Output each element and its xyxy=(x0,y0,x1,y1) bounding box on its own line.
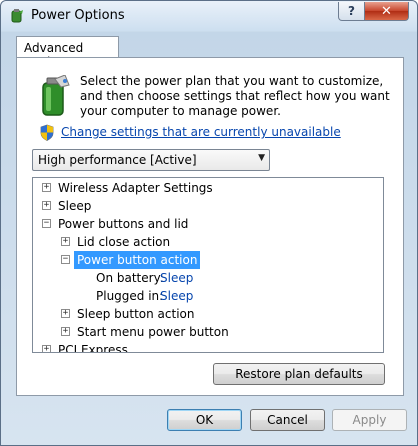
settings-tree[interactable]: + Wireless Adapter Settings + Sleep − Po… xyxy=(32,177,384,353)
help-button[interactable]: ? xyxy=(338,2,365,21)
tree-item-sleep[interactable]: + Sleep xyxy=(33,197,373,215)
tree-item-plugged-in[interactable]: Plugged in: Sleep xyxy=(33,287,373,305)
power-plan-selected: High performance [Active] xyxy=(38,153,197,167)
tree-item-label: Wireless Adapter Settings xyxy=(58,181,213,195)
expand-icon[interactable]: + xyxy=(61,309,70,318)
restore-plan-defaults-button[interactable]: Restore plan defaults xyxy=(213,363,385,385)
advanced-settings-panel: Select the power plan that you want to c… xyxy=(16,57,404,396)
tree-item-label: Sleep button action xyxy=(77,307,195,321)
collapse-icon[interactable]: − xyxy=(42,219,51,228)
tree-item-pci-express[interactable]: + PCI Express xyxy=(33,341,373,353)
expand-icon[interactable]: + xyxy=(42,201,51,210)
shield-icon xyxy=(40,124,54,141)
tree-item-label: PCI Express xyxy=(58,343,128,353)
tree-item-label: Power buttons and lid xyxy=(58,217,189,231)
on-battery-value[interactable]: Sleep xyxy=(160,269,193,287)
tree-item-label: Start menu power button xyxy=(77,325,229,339)
window-title: Power Options xyxy=(31,8,125,23)
tree-item-label-selected: Power button action xyxy=(74,251,201,269)
plan-description: Select the power plan that you want to c… xyxy=(80,74,390,118)
power-options-icon xyxy=(11,9,23,23)
ok-button[interactable]: OK xyxy=(167,409,242,431)
tree-item-label: Plugged in: xyxy=(96,289,164,303)
power-options-window: Power Options ? ✕ Advanced settings Sele… xyxy=(0,0,418,446)
battery-icon xyxy=(42,75,70,116)
apply-button[interactable]: Apply xyxy=(332,409,407,431)
title-bar[interactable]: Power Options ? ✕ xyxy=(1,1,417,31)
tab-advanced-settings[interactable]: Advanced settings xyxy=(16,36,119,69)
chevron-down-icon: ▼ xyxy=(258,153,265,163)
tree-item-start-menu-power-button[interactable]: + Start menu power button xyxy=(33,323,373,341)
tree-item-lid-close-action[interactable]: + Lid close action xyxy=(33,233,373,251)
tree-item-sleep-button-action[interactable]: + Sleep button action xyxy=(33,305,373,323)
collapse-icon[interactable]: − xyxy=(61,255,70,264)
expand-icon[interactable]: + xyxy=(61,327,70,336)
expand-icon[interactable]: + xyxy=(42,345,51,352)
tree-item-power-buttons-and-lid[interactable]: − Power buttons and lid xyxy=(33,215,373,233)
power-plan-dropdown[interactable]: High performance [Active] ▼ xyxy=(32,149,270,171)
tree-item-on-battery[interactable]: On battery: Sleep xyxy=(33,269,373,287)
expand-icon[interactable]: + xyxy=(42,183,51,192)
close-button[interactable]: ✕ xyxy=(364,2,409,21)
tree-item-wireless-adapter[interactable]: + Wireless Adapter Settings xyxy=(33,179,373,197)
change-settings-link[interactable]: Change settings that are currently unava… xyxy=(61,125,341,139)
tree-item-power-button-action[interactable]: − Power button action xyxy=(33,251,373,269)
cancel-button[interactable]: Cancel xyxy=(250,409,325,431)
expand-icon[interactable]: + xyxy=(61,237,70,246)
tree-item-label: Lid close action xyxy=(77,235,171,249)
plugged-in-value[interactable]: Sleep xyxy=(160,287,193,305)
tree-item-label: On battery: xyxy=(96,271,164,285)
tree-item-label: Sleep xyxy=(58,199,92,213)
